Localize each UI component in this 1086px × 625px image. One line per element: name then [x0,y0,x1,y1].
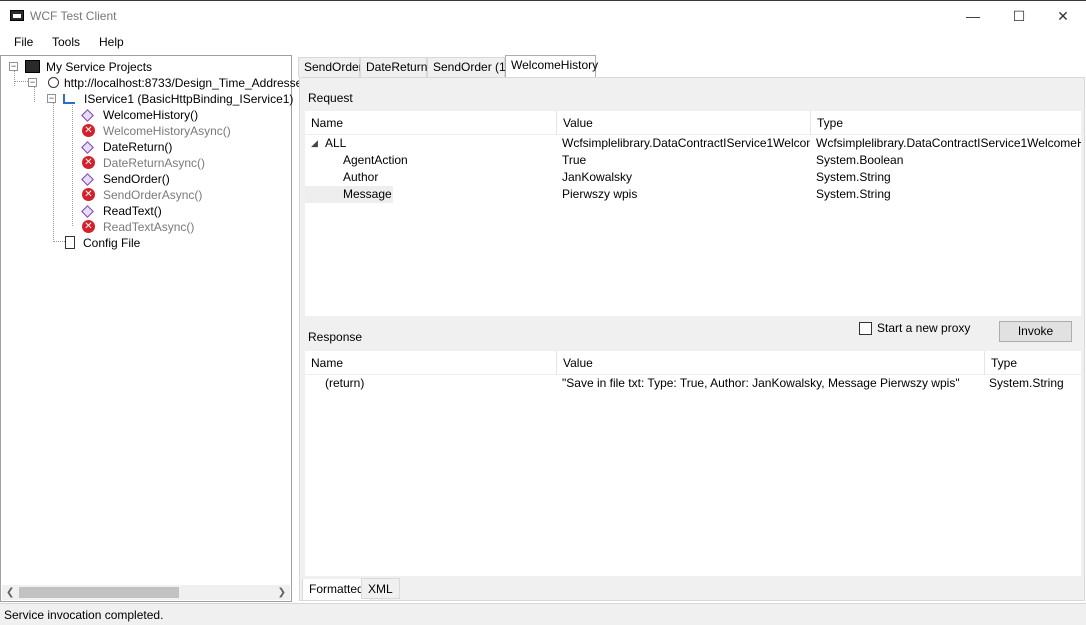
column-type[interactable]: Type [985,351,1081,375]
close-button[interactable]: ✕ [1040,1,1086,31]
new-proxy-checkbox[interactable] [859,322,872,335]
menu-help[interactable]: Help [99,35,124,49]
result-type: System.String [989,376,1064,390]
param-type: System.String [816,187,891,201]
menu-file[interactable]: File [14,35,33,49]
new-proxy-label: Start a new proxy [877,321,971,335]
param-name-selected: Message [305,186,393,203]
response-grid[interactable]: Name Value Type (return) "Save in file t… [305,351,1081,576]
tree-horizontal-scrollbar[interactable]: ❮ ❯ [2,585,290,600]
request-grid-header: Name Value Type [305,111,1081,135]
error-icon: ✕ [82,220,95,233]
menu-tools[interactable]: Tools [52,35,80,49]
expand-icon[interactable]: ◢ [311,135,325,152]
tab-sendorder[interactable]: SendOrder [298,57,363,77]
request-grid[interactable]: Name Value Type ◢ ALL Wcfsimplelibrary.D… [305,111,1081,316]
param-value[interactable]: Pierwszy wpis [562,186,810,203]
tab-sendorder-1[interactable]: SendOrder (1) [427,57,510,77]
tab-welcomehistory[interactable]: WelcomeHistory [505,55,598,77]
contract-icon [63,94,75,104]
menu-bar: File Tools Help [0,31,1086,53]
service-tree[interactable]: − My Service Projects − http://localhost… [0,55,312,602]
result-name: (return) [325,376,365,390]
tab-xml[interactable]: XML [361,578,400,599]
app-icon [10,10,24,21]
operation-icon [81,205,94,218]
file-icon [65,236,75,249]
window-title: WCF Test Client [30,9,117,23]
maximize-button[interactable]: ☐ [996,1,1042,31]
scroll-left-icon[interactable]: ❮ [6,585,14,600]
param-value[interactable]: Wcfsimplelibrary.DataContractIService1We… [562,135,810,152]
collapse-icon[interactable]: − [47,94,56,103]
request-header: Request [305,86,1081,110]
response-grid-header: Name Value Type [305,351,1081,375]
operation-icon [81,141,94,154]
title-bar: WCF Test Client — ☐ ✕ [0,0,1086,31]
param-name: AgentAction [343,153,408,167]
tree-line [53,102,54,242]
param-type: System.String [816,170,891,184]
param-name: Author [343,170,379,184]
column-type[interactable]: Type [811,111,1081,135]
scrollbar-thumb[interactable] [19,587,179,598]
error-icon: ✕ [82,156,95,169]
column-name[interactable]: Name [305,351,557,375]
projects-icon [25,60,40,73]
param-type: System.Boolean [816,153,904,167]
scroll-right-icon[interactable]: ❯ [278,585,286,600]
column-value[interactable]: Value [557,351,985,375]
result-value[interactable]: "Save in file txt: Type: True, Author: J… [562,375,982,392]
error-icon: ✕ [82,124,95,137]
collapse-icon[interactable]: − [28,78,37,87]
collapse-icon[interactable]: − [9,62,18,71]
param-name: ALL [325,136,347,150]
param-value[interactable]: JanKowalsky [562,169,810,186]
param-value[interactable]: True [562,152,810,169]
minimize-button[interactable]: — [950,1,996,31]
tree-line [72,102,73,226]
tab-datereturn[interactable]: DateReturn [360,57,427,77]
tree-line [14,70,15,86]
status-text: Service invocation completed. [4,608,164,622]
column-value[interactable]: Value [557,111,811,135]
param-type: Wcfsimplelibrary.DataContractIService1We… [816,136,1081,150]
status-bar: Service invocation completed. [0,603,1086,625]
error-icon: ✕ [82,188,95,201]
column-name[interactable]: Name [305,111,557,135]
tree-line [53,241,65,242]
operation-icon [81,109,94,122]
invoke-button[interactable]: Invoke [999,321,1072,342]
operation-content: Request Name Value Type ◢ ALL Wcfsimplel… [299,77,1085,601]
globe-icon [48,77,59,88]
tree-line [34,86,35,102]
operation-icon [81,173,94,186]
